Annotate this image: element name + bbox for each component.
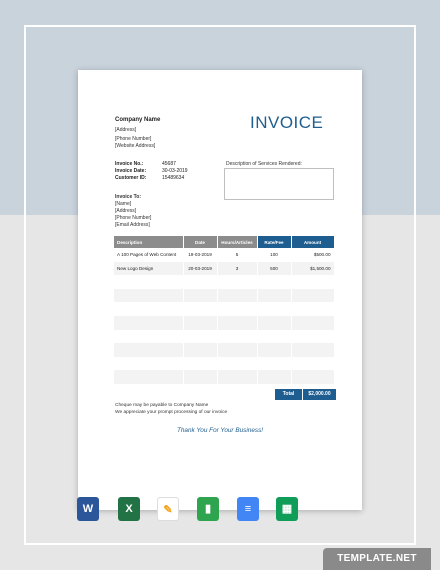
invoice-to-address: [Address] xyxy=(115,208,137,214)
column-header: Date xyxy=(183,236,218,248)
column-header: Rate/Fee xyxy=(257,236,292,248)
table-header-row: Description Date Hours/Articles Rate/Fee… xyxy=(114,236,335,248)
company-website: [Website Address] xyxy=(115,143,156,149)
thank-you-message: Thank You For Your Business! xyxy=(176,427,264,434)
table-cell: 3 xyxy=(217,261,258,276)
invoice-to-email: [Email Address] xyxy=(115,222,150,228)
total-label: Total xyxy=(275,389,302,400)
pages-icon[interactable]: ✎ xyxy=(157,497,179,521)
table-cell: 19-03-2019 xyxy=(183,248,218,262)
invoice-to-title: Invoice To: xyxy=(115,194,142,200)
table-cell: 5 xyxy=(217,248,258,262)
invoice-to-name: [Name] xyxy=(115,201,132,207)
table-cell: $500.00 xyxy=(291,248,335,262)
items-table: Description Date Hours/Articles Rate/Fee… xyxy=(114,236,335,398)
numbers-icon[interactable]: ▮ xyxy=(197,497,219,521)
payment-note: Cheque may be payable to Company Name xyxy=(115,403,209,408)
google-docs-icon[interactable]: ≡ xyxy=(237,497,259,521)
description-box[interactable] xyxy=(224,168,334,200)
customer-id: 15489634 xyxy=(162,175,185,181)
company-phone: [Phone Number] xyxy=(115,136,152,142)
empty-table-row xyxy=(114,288,335,303)
empty-table-row xyxy=(114,315,335,330)
invoice-no: 45687 xyxy=(162,161,176,167)
word-icon[interactable]: W xyxy=(77,497,99,521)
table-cell: 100 xyxy=(257,248,292,262)
column-header: Hours/Articles xyxy=(217,236,258,248)
column-header: Description xyxy=(114,236,184,248)
table-cell: A 100 Pages of Web Content xyxy=(114,248,184,262)
empty-table-row xyxy=(114,356,335,371)
excel-icon[interactable]: X xyxy=(118,497,140,521)
invoice-title: INVOICE xyxy=(250,113,324,132)
empty-table-row xyxy=(114,302,335,316)
table-cell: 20-03-2019 xyxy=(183,261,218,276)
invoice-date-label: Invoice Date: xyxy=(115,168,147,174)
invoice-no-label: Invoice No.: xyxy=(115,161,144,167)
customer-id-label: Customer ID: xyxy=(115,175,147,181)
empty-table-row xyxy=(114,370,335,384)
company-name: Company Name xyxy=(115,117,161,123)
invoice-to-phone: [Phone Number] xyxy=(115,215,152,221)
brand-badge[interactable]: TEMPLATE.NET xyxy=(323,548,431,570)
table-row: A 100 Pages of Web Content 19-03-2019 5 … xyxy=(114,248,335,262)
column-header: Amount xyxy=(291,236,335,248)
table-row: New Logo Design 20-03-2019 3 500 $1,500.… xyxy=(114,261,335,276)
total-value: $2,000.00 xyxy=(303,389,336,400)
table-cell: New Logo Design xyxy=(114,261,184,276)
google-sheets-icon[interactable]: ▦ xyxy=(276,497,298,521)
empty-table-row xyxy=(114,329,335,344)
table-cell: 500 xyxy=(257,261,292,276)
invoice-document: Company Name [Address] [Phone Number] [W… xyxy=(78,70,362,510)
company-address: [Address] xyxy=(115,127,137,133)
invoice-date: 30-03-2019 xyxy=(162,168,188,174)
table-cell: $1,500.00 xyxy=(291,261,335,276)
appreciation-note: We appreciate your prompt processing of … xyxy=(115,410,228,415)
empty-table-row xyxy=(114,343,335,357)
empty-table-row xyxy=(114,275,335,289)
description-label: Description of Services Rendered: xyxy=(226,161,302,167)
